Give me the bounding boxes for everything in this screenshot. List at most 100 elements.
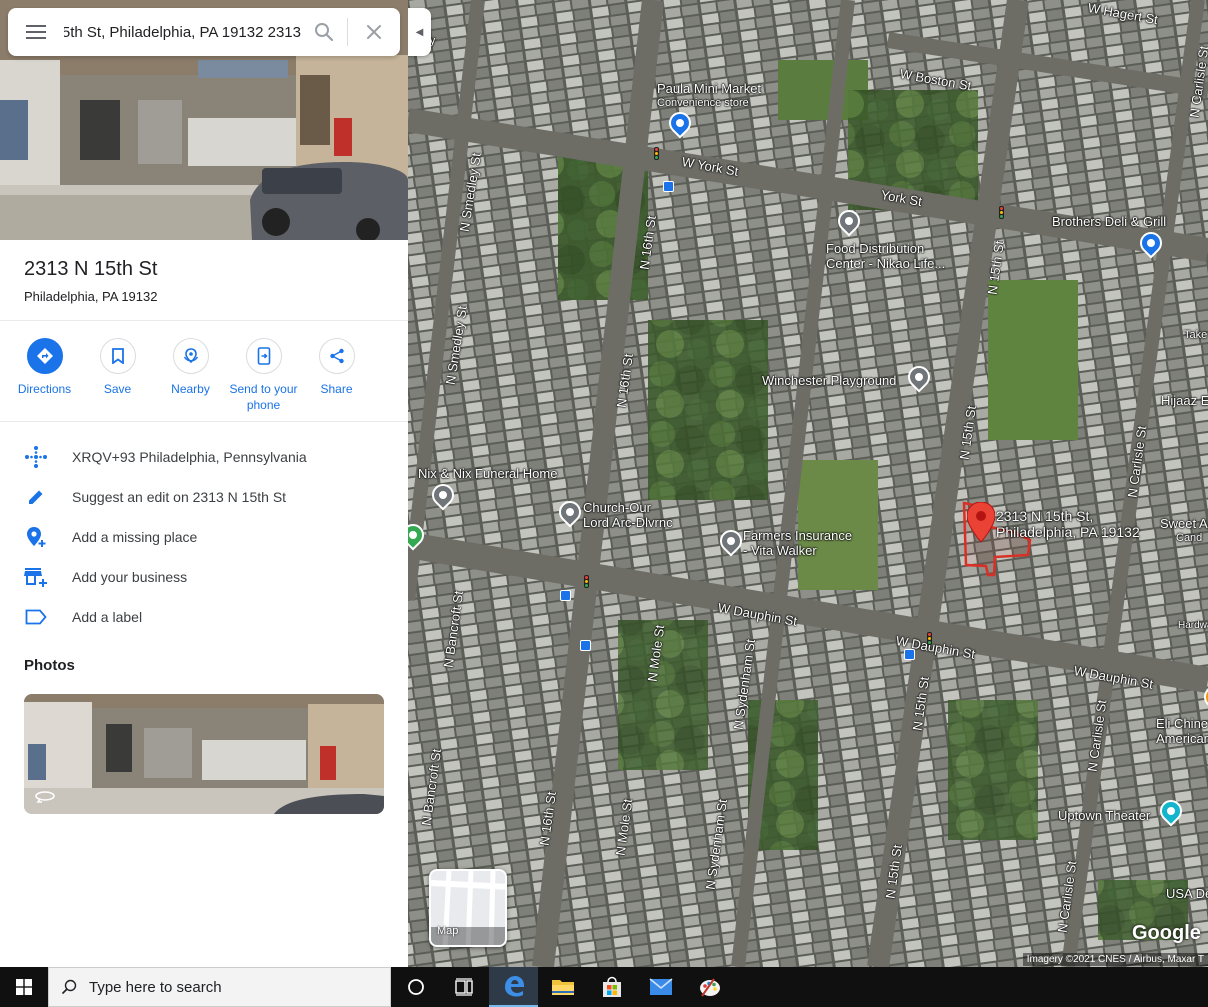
collapse-panel-button[interactable]: ◀ xyxy=(408,8,431,56)
poi-name-line2: American xyxy=(1156,731,1208,746)
poi-church[interactable]: Church-Our Lord Arc-Dlvrnc xyxy=(583,500,673,530)
mail-taskbar-button[interactable] xyxy=(636,967,685,1007)
start-button[interactable] xyxy=(0,967,48,1007)
poi-food-distribution[interactable]: Food Distribution Center - Nikao Life... xyxy=(826,241,945,271)
taskbar-search-placeholder: Type here to search xyxy=(89,978,222,996)
folder-icon xyxy=(551,980,574,995)
bus-stop-icon[interactable] xyxy=(580,640,591,651)
traffic-light-icon xyxy=(999,206,1004,219)
poi-nix-funeral-home[interactable]: Nix & Nix Funeral Home xyxy=(418,466,557,481)
task-view-button[interactable] xyxy=(440,967,489,1007)
add-missing-place-text: Add a missing place xyxy=(72,529,198,545)
mail-envelope-icon xyxy=(648,978,673,995)
clear-search-button[interactable] xyxy=(348,8,400,56)
save-icon-circle xyxy=(99,338,136,374)
poi-name: Take xyxy=(1184,329,1208,341)
bus-stop-icon[interactable] xyxy=(560,590,571,601)
street-view-thumbnail xyxy=(24,694,384,814)
windows-taskbar: Type here to search xyxy=(0,967,1208,1007)
cortana-button[interactable] xyxy=(391,967,440,1007)
poi-name: Farmers Insurance xyxy=(743,528,853,543)
poi-name: Paula Mini Market xyxy=(657,81,762,96)
add-label-row[interactable]: Add a label xyxy=(0,597,408,637)
search-input[interactable] xyxy=(64,8,301,56)
poi-name: Nix & Nix Funeral Home xyxy=(418,466,558,481)
nearby-icon-circle xyxy=(172,338,209,374)
poi-uptown-theater[interactable]: Uptown Theater xyxy=(1058,808,1150,823)
poi-category: Convenience store xyxy=(657,97,749,109)
nearby-button[interactable]: Nearby xyxy=(154,338,227,413)
map-layer-label: Map xyxy=(437,925,459,937)
directions-label: Directions xyxy=(17,382,72,396)
selected-address-line1: 2313 N 15th St, xyxy=(996,508,1094,524)
poi-hijaaz[interactable]: Hijaaz E xyxy=(1161,393,1208,408)
save-button[interactable]: Save xyxy=(81,338,154,413)
search-icon xyxy=(315,23,334,42)
poi-hardware[interactable]: Hardwa xyxy=(1178,618,1208,633)
menu-button[interactable] xyxy=(8,8,64,56)
photos-heading: Photos xyxy=(24,657,75,674)
add-label-text: Add a label xyxy=(72,609,143,625)
poi-name-line2: - Vita Walker xyxy=(743,543,817,558)
traffic-light-icon xyxy=(584,575,589,588)
bookmark-icon xyxy=(111,348,124,364)
map-canvas[interactable]: W Hagert St W Boston St W York St York S… xyxy=(408,0,1208,967)
send-to-phone-label: Send to your phone xyxy=(229,382,298,412)
directions-icon xyxy=(36,348,53,364)
poi-paula-mini-market[interactable]: Paula Mini Market Convenience store xyxy=(657,81,761,111)
cortana-circle-icon xyxy=(407,979,424,995)
paint-taskbar-button[interactable] xyxy=(685,967,734,1007)
info-list: XRQV+93 Philadelphia, Pennsylvania Sugge… xyxy=(0,437,408,637)
plus-code-icon xyxy=(24,445,48,469)
poi-name-line2: Lord Arc-Dlvrnc xyxy=(583,515,673,530)
file-explorer-taskbar-button[interactable] xyxy=(538,967,587,1007)
edge-browser-icon xyxy=(504,976,524,997)
poi-name: Uptown Theater xyxy=(1058,808,1151,823)
selected-location-pin-icon[interactable] xyxy=(967,502,995,542)
poi-sweet-candy[interactable]: Sweet A Cand xyxy=(1160,516,1208,546)
directions-icon-circle xyxy=(26,338,63,374)
store-bag-icon xyxy=(602,976,621,997)
store-taskbar-button[interactable] xyxy=(587,967,636,1007)
poi-name: Hardwa xyxy=(1178,620,1208,631)
traffic-light-icon xyxy=(927,632,932,645)
poi-name-line2: Center - Nikao Life... xyxy=(826,256,946,271)
share-label: Share xyxy=(320,382,353,396)
pencil-icon xyxy=(24,485,48,509)
poi-winchester-playground[interactable]: Winchester Playground xyxy=(762,373,896,388)
divider xyxy=(0,421,408,422)
place-address: Philadelphia, PA 19132 xyxy=(24,289,158,304)
search-box xyxy=(8,8,400,56)
poi-brothers-deli[interactable]: Brothers Deli & Grill xyxy=(1052,214,1166,229)
poi-eli-chinese[interactable]: Eli Chine American xyxy=(1156,716,1208,746)
add-business-row[interactable]: Add your business xyxy=(0,557,408,597)
imagery-attribution: Imagery ©2021 CNES / Airbus, Maxar T xyxy=(1022,953,1208,966)
bus-stop-icon[interactable] xyxy=(663,181,674,192)
nearby-icon xyxy=(183,348,198,364)
share-icon-circle xyxy=(318,338,355,374)
poi-usa-deli[interactable]: USA Deli xyxy=(1166,886,1208,901)
add-business-icon xyxy=(24,565,48,589)
close-icon xyxy=(367,25,381,39)
map-layer-toggle[interactable]: Map xyxy=(429,869,507,947)
chevron-left-icon: ◀ xyxy=(415,26,424,38)
taskbar-search-box[interactable]: Type here to search xyxy=(48,967,391,1007)
selected-address-line2: Philadelphia, PA 19132 xyxy=(996,524,1140,540)
edge-browser-taskbar-button[interactable] xyxy=(489,967,538,1007)
directions-button[interactable]: Directions xyxy=(8,338,81,413)
bus-stop-icon[interactable] xyxy=(904,649,915,660)
share-button[interactable]: Share xyxy=(300,338,373,413)
send-to-phone-button[interactable]: Send to your phone xyxy=(227,338,300,413)
add-missing-place-row[interactable]: Add a missing place xyxy=(0,517,408,557)
plus-code-row[interactable]: XRQV+93 Philadelphia, Pennsylvania xyxy=(0,437,408,477)
photo-thumbnail[interactable] xyxy=(24,694,384,814)
search-icon xyxy=(61,979,77,995)
traffic-light-icon xyxy=(654,147,659,160)
search-button[interactable] xyxy=(301,8,347,56)
poi-name: Brothers Deli & Grill xyxy=(1052,214,1167,229)
poi-farmers-insurance[interactable]: Farmers Insurance - Vita Walker xyxy=(743,528,852,558)
suggest-edit-row[interactable]: Suggest an edit on 2313 N 15th St xyxy=(0,477,408,517)
task-view-icon xyxy=(454,978,473,996)
poi-take[interactable]: Take xyxy=(1184,328,1207,343)
poi-name: Food Distribution xyxy=(826,241,925,256)
